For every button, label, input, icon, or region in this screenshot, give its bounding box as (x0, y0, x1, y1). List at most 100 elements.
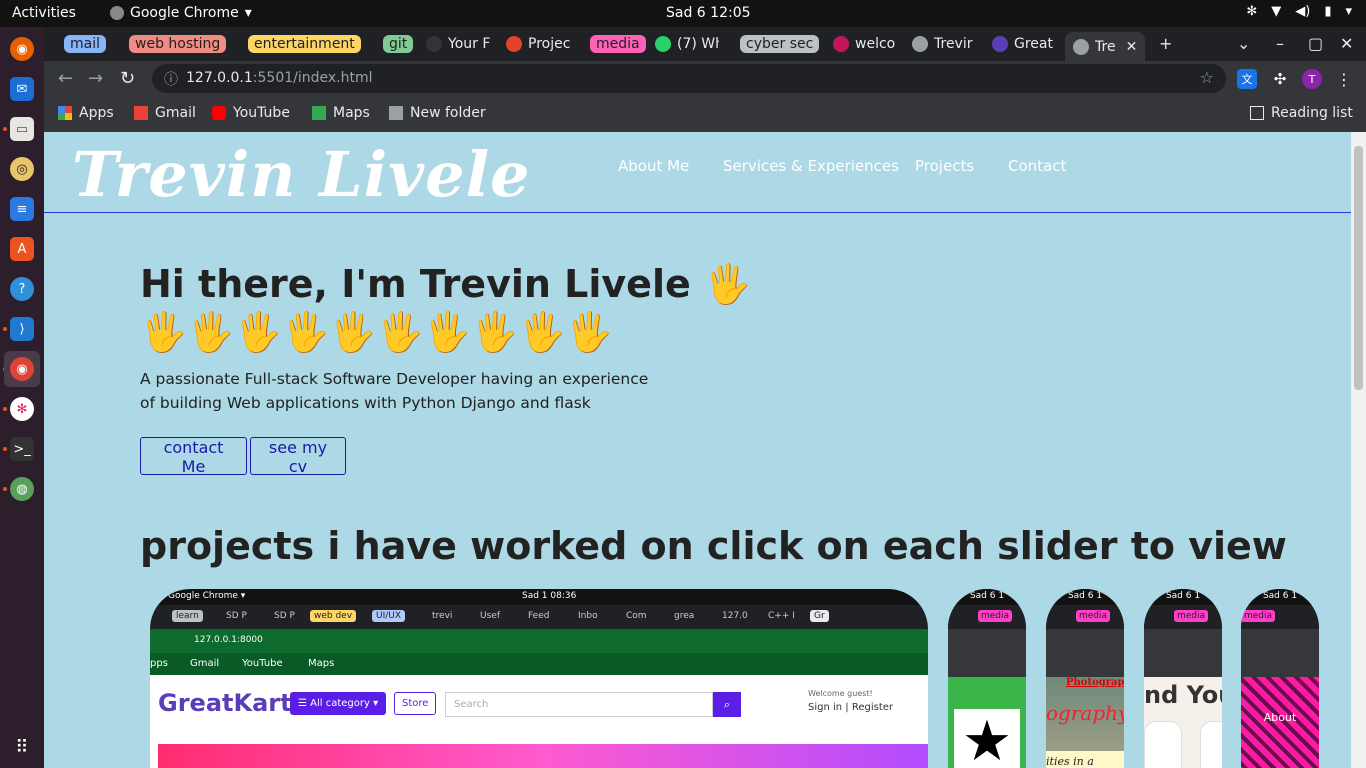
globe-app-icon[interactable]: ◍ (10, 477, 34, 501)
app-menu-label: Google Chrome (130, 5, 239, 21)
tab-great[interactable]: Great (992, 32, 1056, 56)
address-bar[interactable]: ⓘ 127.0.0.1:5501/index.html ☆ (152, 64, 1226, 93)
tab-gitlab[interactable]: Projec (506, 32, 570, 56)
tab-github[interactable]: Your F (426, 32, 494, 56)
bookmark-folder[interactable]: New folder (389, 105, 486, 121)
gmail-icon (134, 106, 148, 120)
tab-welcome[interactable]: welco (833, 32, 897, 56)
chrome-icon (110, 6, 124, 20)
minimize-icon[interactable]: – (1276, 34, 1284, 53)
tab-group-mail[interactable]: mail (64, 32, 106, 56)
tab-search-icon[interactable]: ⌄ (1237, 34, 1250, 53)
globe-icon (912, 36, 928, 52)
scrollbar-thumb[interactable] (1354, 146, 1363, 390)
window-close-icon[interactable]: ✕ (1340, 34, 1353, 53)
greatkart-banner (158, 744, 928, 768)
writer-icon[interactable]: ≡ (10, 197, 34, 221)
tab-group-entertainment[interactable]: entertainment (248, 32, 361, 56)
new-tab-icon[interactable]: + (1159, 34, 1172, 53)
tab-group-web-hosting[interactable]: web hosting (129, 32, 227, 56)
firefox-icon[interactable]: ◉ (10, 37, 34, 61)
bookmark-youtube[interactable]: YouTube (212, 105, 290, 121)
bookmark-gmail[interactable]: Gmail (134, 105, 196, 121)
extensions-puzzle-icon[interactable]: ✣ (1270, 69, 1290, 89)
nav-about-me[interactable]: About Me (618, 157, 689, 175)
greatkart-signin: Sign in | Register (808, 702, 894, 713)
terminal-icon[interactable]: >_ (10, 437, 34, 461)
translate-extension-icon[interactable]: 文 (1237, 69, 1257, 89)
ubuntu-dock: ◉ ✉ ▭ ◎ ≡ A ? ⟩ ◉ ✻ >_ ◍ ⠿ (0, 27, 44, 768)
github-icon (426, 36, 442, 52)
greatkart-search: Search (445, 692, 713, 717)
site-favicon (992, 36, 1008, 52)
apps-grid-icon (58, 106, 72, 120)
greatkart-category-button: ☰ All category ▾ (290, 692, 387, 715)
slack-icon[interactable]: ✻ (10, 397, 34, 421)
bookmark-star-icon[interactable]: ☆ (1200, 68, 1214, 87)
youtube-icon (212, 106, 226, 120)
slide-tab-strip: learn SD P SD P web dev UI/UX trevi Usef… (150, 605, 928, 629)
activities-button[interactable]: Activities (12, 5, 76, 21)
project-slide-3[interactable]: Sad 6 1 media nd You (1144, 589, 1222, 768)
whatsapp-icon (655, 36, 671, 52)
software-center-icon[interactable]: A (10, 237, 34, 261)
page-viewport: Trevin Livele About Me Services & Experi… (44, 132, 1351, 768)
back-icon[interactable]: ← (58, 68, 73, 89)
reading-list[interactable]: Reading list (1250, 105, 1353, 121)
tab-group-media[interactable]: media (590, 32, 646, 56)
bookmark-maps[interactable]: Maps (312, 105, 370, 121)
slack-tray-icon: ✻ (1246, 4, 1258, 19)
maximize-icon[interactable]: ▢ (1308, 34, 1323, 53)
system-tray[interactable]: ✻ ▼ ◀) ▮ ▾ (1246, 4, 1352, 19)
profile-avatar[interactable]: T (1302, 69, 1322, 89)
project-slide-1[interactable]: Sad 6 1 media ★ (948, 589, 1026, 768)
chrome-dock-icon[interactable]: ◉ (10, 357, 34, 381)
rhythmbox-icon[interactable]: ◎ (10, 157, 34, 181)
address-bar-url: 127.0.0.1:5501/index.html (186, 70, 373, 86)
info-icon[interactable]: ⓘ (164, 69, 178, 89)
vscode-icon[interactable]: ⟩ (10, 317, 34, 341)
nav-services[interactable]: Services & Experiences (723, 157, 899, 175)
forward-icon[interactable]: → (88, 68, 103, 89)
more-menu-icon[interactable]: ⋮ (1334, 69, 1354, 89)
slide-address-bar: 127.0.0.1:8000 (150, 629, 928, 653)
system-top-bar: Activities Google Chrome ▾ Sad 6 12:05 ✻… (0, 0, 1366, 27)
tab-whatsapp[interactable]: (7) Wh (655, 32, 719, 56)
thunderbird-icon[interactable]: ✉ (10, 77, 34, 101)
tab-active[interactable]: Tre ✕ (1065, 32, 1145, 61)
page-scrollbar[interactable] (1351, 132, 1366, 768)
close-icon[interactable]: ✕ (1126, 39, 1138, 55)
greatkart-logo: GreatKart (158, 689, 292, 717)
tab-group-git[interactable]: git (383, 32, 414, 56)
bookmark-apps[interactable]: Apps (58, 105, 114, 121)
site-header: Trevin Livele About Me Services & Experi… (44, 132, 1351, 213)
bookmarks-bar: Apps Gmail YouTube Maps New folder Readi… (44, 97, 1366, 129)
battery-icon: ▮ (1324, 4, 1332, 19)
wifi-icon: ▼ (1271, 4, 1282, 19)
project-slide-main[interactable]: Google Chrome ▾ Sad 1 08:36 learn SD P S… (150, 589, 928, 768)
nav-contact[interactable]: Contact (1008, 157, 1066, 175)
project-slide-4[interactable]: Sad 6 1 media About (1241, 589, 1319, 768)
star-icon: ★ (954, 709, 1020, 768)
hero-description: A passionate Full-stack Software Develop… (140, 370, 649, 412)
tab-trevin[interactable]: Trevir (912, 32, 976, 56)
hero-title: Hi there, I'm Trevin Livele 🖐 (140, 262, 752, 306)
system-clock[interactable]: Sad 6 12:05 (666, 5, 751, 21)
tab-strip: mail web hosting entertainment git Your … (44, 27, 1366, 61)
gitlab-icon (506, 36, 522, 52)
greatkart-welcome: Welcome guest! (808, 689, 873, 698)
waving-hands-row: 🖐🖐🖐🖐🖐🖐🖐🖐🖐🖐 (140, 310, 614, 354)
contact-me-button[interactable]: contact Me (140, 437, 247, 476)
project-slide-2[interactable]: Sad 6 1 media Photography ography ities … (1046, 589, 1124, 768)
nav-projects[interactable]: Projects (915, 157, 974, 175)
projects-heading: projects i have worked on click on each … (140, 524, 1287, 568)
help-icon[interactable]: ? (10, 277, 34, 301)
app-menu[interactable]: Google Chrome ▾ (110, 5, 252, 21)
site-logo[interactable]: Trevin Livele (72, 138, 531, 211)
tab-group-cyber-sec[interactable]: cyber sec (740, 32, 820, 56)
files-icon[interactable]: ▭ (10, 117, 34, 141)
see-cv-button[interactable]: see my cv (250, 437, 346, 476)
folder-icon (389, 106, 403, 120)
show-apps-grid-icon[interactable]: ⠿ (10, 735, 34, 759)
reload-icon[interactable]: ↻ (120, 68, 135, 89)
